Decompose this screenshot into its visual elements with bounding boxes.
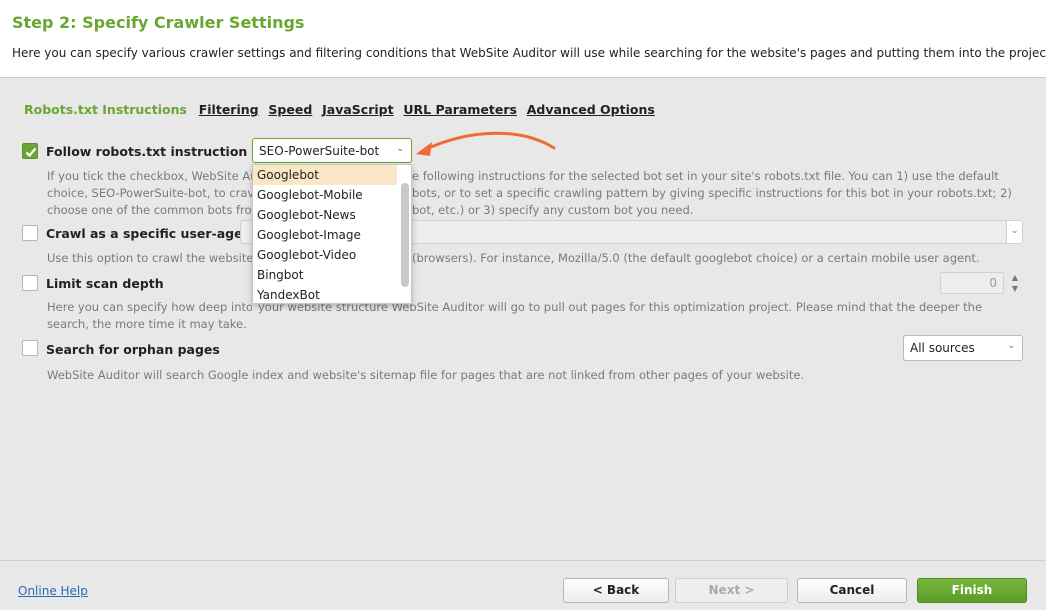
bot-option-googlebot-news[interactable]: Googlebot-News: [253, 205, 397, 225]
cancel-button[interactable]: Cancel: [797, 578, 907, 603]
online-help-link[interactable]: Online Help: [18, 584, 88, 598]
scan-depth-stepper[interactable]: ▲ ▼: [1007, 272, 1023, 294]
bot-select[interactable]: SEO-PowerSuite-bot ⌄: [252, 138, 412, 163]
tab-filtering[interactable]: Filtering: [199, 102, 259, 117]
stepper-down-icon[interactable]: ▼: [1007, 283, 1023, 294]
robots-help-left: If you tick the checkbox, WebSite Au cho…: [47, 168, 252, 219]
user-agent-label: Crawl as a specific user-agent: [46, 226, 258, 241]
user-agent-help-left: Use this option to crawl the website: [47, 251, 252, 265]
scan-depth-value: 0: [989, 276, 997, 290]
bot-option-googlebot[interactable]: Googlebot: [253, 165, 397, 185]
finish-button[interactable]: Finish: [917, 578, 1027, 603]
tab-advanced-options[interactable]: Advanced Options: [527, 102, 655, 117]
orphan-source-select[interactable]: All sources ⌄: [903, 335, 1023, 361]
scan-depth-help-line2: search, the more time it may take.: [47, 317, 247, 331]
scan-depth-label: Limit scan depth: [46, 276, 164, 291]
tab-speed[interactable]: Speed: [268, 102, 312, 117]
scan-depth-help-left: Here you can specify how deep into: [47, 300, 252, 314]
bot-option-googlebot-video[interactable]: Googlebot-Video: [253, 245, 397, 265]
orphan-pages-checkbox[interactable]: [22, 340, 38, 356]
follow-robots-label: Follow robots.txt instruction for: [46, 144, 272, 159]
robots-help-line: If you tick the checkbox, WebSite Au: [47, 169, 252, 183]
robots-help-line: bots, or to set a specific crawling patt…: [412, 186, 1012, 200]
robots-help-line: choose one of the common bots fro: [47, 203, 252, 217]
orphan-pages-label: Search for orphan pages: [46, 342, 220, 357]
check-icon: [25, 147, 37, 158]
footer-divider: [0, 560, 1046, 561]
next-button[interactable]: Next >: [675, 578, 788, 603]
orphan-source-value: All sources: [910, 341, 975, 355]
page-description: Here you can specify various crawler set…: [12, 46, 1046, 60]
follow-robots-checkbox[interactable]: [22, 143, 38, 159]
robots-help-line: choice, SEO-PowerSuite-bot, to crav: [47, 186, 252, 200]
scan-depth-input[interactable]: 0: [940, 272, 1004, 294]
chevron-down-icon: ⌄: [1011, 226, 1019, 236]
user-agent-checkbox[interactable]: [22, 225, 38, 241]
stepper-up-icon[interactable]: ▲: [1007, 272, 1023, 283]
settings-tabs: Robots.txt Instructions Filtering Speed …: [24, 102, 661, 120]
header: Step 2: Specify Crawler Settings Here yo…: [0, 0, 1046, 78]
annotation-arrow-icon: [416, 131, 556, 156]
user-agent-help-right: (browsers). For instance, Mozilla/5.0 (t…: [412, 251, 980, 265]
page-title: Step 2: Specify Crawler Settings: [12, 13, 305, 32]
bot-dropdown-list[interactable]: Googlebot Googlebot-Mobile Googlebot-New…: [252, 164, 412, 304]
tab-robots-txt[interactable]: Robots.txt Instructions: [24, 102, 187, 117]
user-agent-dropdown-button[interactable]: ⌄: [1006, 221, 1022, 243]
chevron-down-icon: ⌄: [396, 144, 404, 154]
bot-select-value: SEO-PowerSuite-bot: [259, 144, 380, 158]
robots-help-line: e following instructions for the selecte…: [412, 169, 999, 183]
scan-depth-checkbox[interactable]: [22, 275, 38, 291]
bot-option-googlebot-mobile[interactable]: Googlebot-Mobile: [253, 185, 397, 205]
back-button[interactable]: < Back: [563, 578, 669, 603]
bot-option-yandexbot[interactable]: YandexBot: [253, 285, 397, 305]
tab-url-parameters[interactable]: URL Parameters: [403, 102, 517, 117]
orphan-pages-help: WebSite Auditor will search Google index…: [47, 368, 805, 382]
robots-help-right: e following instructions for the selecte…: [412, 168, 1032, 219]
bot-option-bingbot[interactable]: Bingbot: [253, 265, 397, 285]
tab-javascript[interactable]: JavaScript: [322, 102, 393, 117]
dropdown-scrollbar[interactable]: [401, 183, 409, 287]
robots-help-line: bot, etc.) or 3) specify any custom bot …: [412, 203, 694, 217]
chevron-down-icon: ⌄: [1007, 341, 1015, 351]
bot-option-googlebot-image[interactable]: Googlebot-Image: [253, 225, 397, 245]
